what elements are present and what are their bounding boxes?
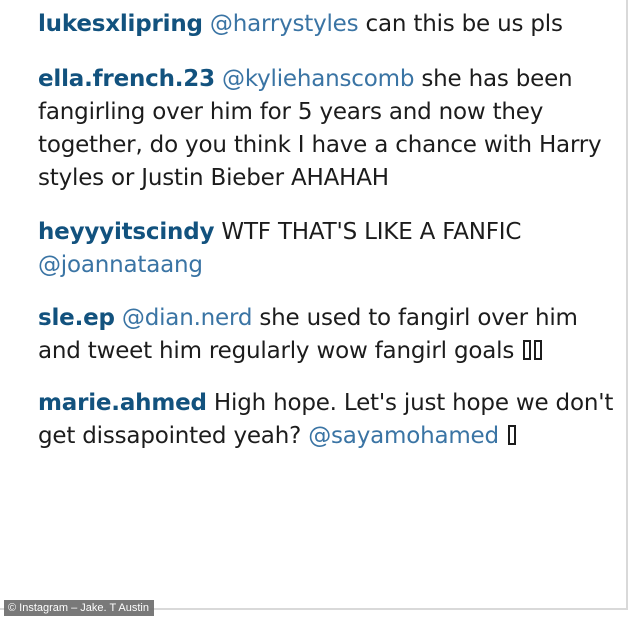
comment-text: WTF THAT'S LIKE A FANFIC [221, 219, 522, 245]
missing-glyph-icon [508, 425, 517, 445]
missing-glyph-icon [534, 340, 543, 360]
comment-username[interactable]: lukesxlipring [38, 11, 203, 37]
comment-item: ella.french.23 @kyliehanscomb she has be… [38, 63, 618, 195]
photo-credit: © Instagram – Jake. T Austin [4, 600, 154, 616]
comment-username[interactable]: sle.ep [38, 305, 115, 331]
comment-item: lukesxlipring @harrystyles can this be u… [38, 8, 618, 41]
comment-list: lukesxlipring @harrystyles can this be u… [38, 8, 618, 453]
comment-mention[interactable]: @dian.nerd [122, 305, 253, 331]
comment-item: marie.ahmed High hope. Let's just hope w… [38, 387, 618, 453]
comment-mention[interactable]: @kyliehanscomb [222, 66, 414, 92]
comment-username[interactable]: marie.ahmed [38, 390, 207, 416]
comment-item: heyyyitscindy WTF THAT'S LIKE A FANFIC @… [38, 216, 618, 282]
comment-username[interactable]: ella.french.23 [38, 66, 215, 92]
comment-username[interactable]: heyyyitscindy [38, 219, 214, 245]
missing-glyph-icon [523, 340, 532, 360]
comment-text: she used to fangirl over him and tweet h… [38, 305, 578, 364]
comment-text: can this be us pls [365, 11, 563, 37]
comment-item: sle.ep @dian.nerd she used to fangirl ov… [38, 302, 618, 368]
comment-mention[interactable]: @sayamohamed [308, 423, 499, 449]
comment-mention[interactable]: @joannataang [38, 252, 203, 278]
comment-mention[interactable]: @harrystyles [210, 11, 359, 37]
